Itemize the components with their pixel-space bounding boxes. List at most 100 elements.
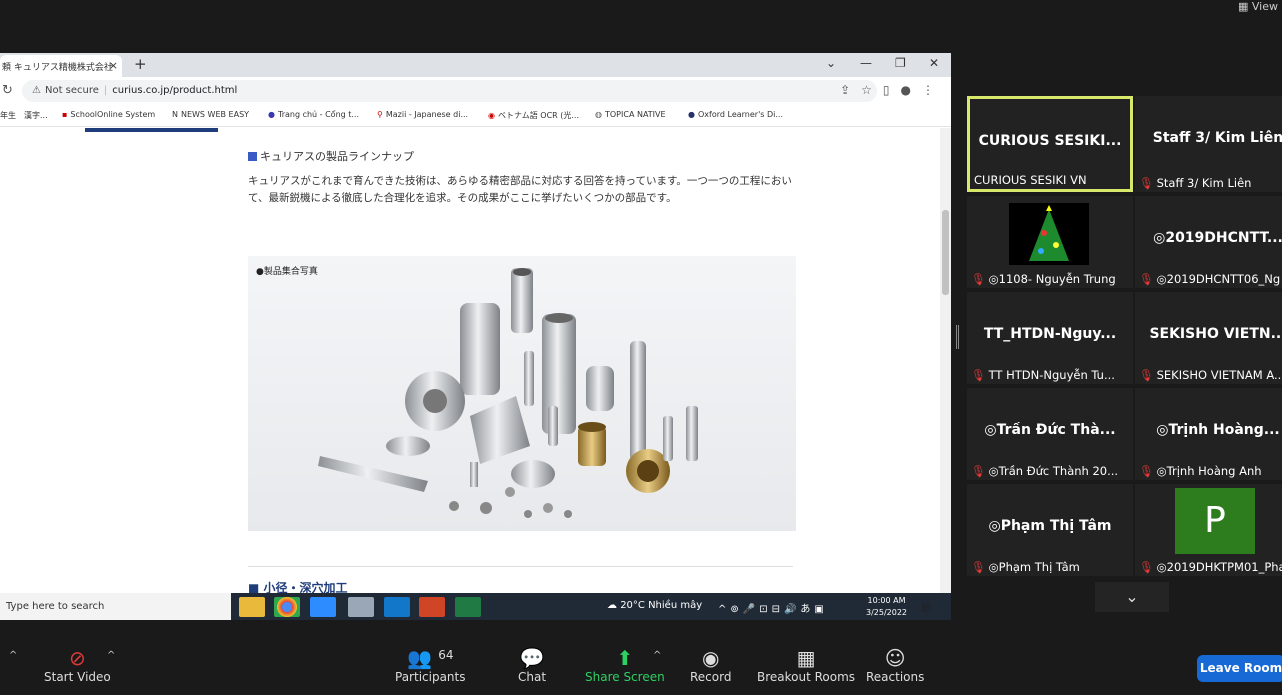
warning-icon: ⚠: [32, 85, 41, 96]
bookmark-item[interactable]: ● Trang chủ - Cổng t...: [268, 110, 359, 119]
leave-room-button[interactable]: Leave Room: [1197, 655, 1282, 682]
meeting-controls-bar: ^ ⊘ Start Video ^ 👥 64 Participants 💬 Ch…: [0, 635, 1282, 695]
address-bar: ↻ ⚠ Not secure | curius.co.jp/product.html …: [0, 77, 951, 105]
chevron-down-icon: ⌄: [1125, 587, 1139, 606]
participant-tile[interactable]: CURIOUS SESIKI... CURIOUS SESIKI VN: [967, 96, 1133, 192]
reactions-button[interactable]: ☺ Reactions: [866, 646, 924, 684]
bookmark-item[interactable]: ⚲ Mazii - Japanese di...: [377, 110, 468, 119]
bookmarks-bar: 年生 漢字... ▪ SchoolOnline System N NEWS WEB …: [0, 105, 951, 127]
participant-tile[interactable]: ◎Trần Đức Thà... 🎙 ◎Trần Đức Thành 20...: [967, 388, 1133, 480]
gallery-next-page-button[interactable]: ⌄: [1095, 582, 1169, 612]
bookmark-item[interactable]: 漢字...: [24, 110, 48, 121]
muted-mic-icon: 🎙: [971, 272, 986, 286]
scroll-thumb[interactable]: [942, 210, 949, 295]
app-icon[interactable]: [348, 597, 374, 617]
excel-icon[interactable]: [455, 597, 481, 617]
breakout-rooms-icon: ▦: [796, 646, 816, 670]
panel-splitter[interactable]: [956, 325, 959, 349]
bookmark-icon: ●: [688, 110, 695, 119]
bookmark-item[interactable]: ◉ ベトナム語 OCR (光...: [488, 110, 579, 121]
grid-icon: ▦: [1238, 0, 1252, 13]
participant-tile[interactable]: SEKISHO VIETN... 🎙 SEKISHO VIETNAM A...: [1135, 292, 1282, 384]
bookmark-item[interactable]: 年生: [0, 110, 16, 121]
taskbar-search-input[interactable]: Type here to search: [0, 593, 231, 620]
windows-taskbar: Type here to search ☁ 20°C Nhiều mây ^⊚🎤…: [0, 593, 951, 620]
participant-tile[interactable]: ◎Trịnh Hoàng... 🎙 ◎Trịnh Hoàng Anh: [1135, 388, 1282, 480]
bookmark-item[interactable]: ● Oxford Learner's Di...: [688, 110, 783, 119]
web-page: キュリアスの製品ラインナップ キュリアスがこれまで育んできた技術は、あらゆる精密…: [0, 128, 940, 595]
close-window-button[interactable]: ✕: [929, 56, 939, 70]
intro-paragraph: キュリアスがこれまで育んできた技術は、あらゆる精密部品に対応する回答を持っていま…: [248, 175, 792, 204]
bookmark-icon: ◉: [488, 111, 495, 120]
participant-tile[interactable]: P 🎙 ◎2019DHKTPM01_Phan: [1135, 484, 1282, 576]
record-button[interactable]: ◉ Record: [690, 646, 731, 684]
globe-icon: ◍: [595, 110, 602, 119]
participant-tile[interactable]: TT_HTDN-Nguy... 🎙 TT HTDN-Nguyễn Tu...: [967, 292, 1133, 384]
participant-tile[interactable]: ◎2019DHCNTT... 🎙 ◎2019DHCNTT06_Ng: [1135, 196, 1282, 288]
machined-parts-image: [318, 268, 698, 518]
participant-tile[interactable]: Staff 3/ Kim Liên 🎙 Staff 3/ Kim Liên: [1135, 96, 1282, 192]
participants-count: 64: [438, 648, 454, 662]
address-bar-icons[interactable]: ⇪☆▯●⋮: [840, 83, 945, 97]
browser-tab[interactable]: 頼 キュリアス精機株式会社 ×: [0, 55, 122, 77]
muted-mic-icon: 🎙: [1139, 464, 1154, 478]
nav-underline: [85, 128, 218, 132]
muted-mic-icon: 🎙: [1139, 272, 1154, 286]
file-explorer-icon[interactable]: [239, 597, 265, 617]
bookmark-item[interactable]: ◍ TOPICA NATIVE: [595, 110, 666, 119]
start-video-button[interactable]: ⊘ Start Video: [44, 646, 111, 684]
bookmark-icon: ●: [268, 110, 275, 119]
bookmark-item[interactable]: ▪ SchoolOnline System: [62, 110, 155, 119]
powerpoint-icon[interactable]: [419, 597, 445, 617]
participant-tile[interactable]: ◎Phạm Thị Tâm 🎙 ◎Phạm Thị Tâm: [967, 484, 1133, 576]
muted-mic-icon: 🎙: [1139, 368, 1154, 382]
participants-button[interactable]: 👥 64 Participants: [395, 646, 466, 684]
muted-mic-icon: 🎙: [971, 464, 986, 478]
muted-mic-icon: 🎙: [1139, 560, 1154, 574]
share-options-caret[interactable]: ^: [653, 650, 661, 661]
tab-search-icon[interactable]: ⌄: [826, 56, 836, 70]
christmas-tree-image: [1029, 205, 1069, 261]
products-photo: ●製品集合写真: [248, 256, 796, 531]
participants-icon: 👥 64: [406, 646, 454, 670]
zoom-icon[interactable]: [310, 597, 336, 617]
muted-mic-icon: 🎙: [971, 368, 986, 382]
chat-button[interactable]: 💬 Chat: [518, 646, 546, 684]
divider: [248, 566, 793, 567]
url-field[interactable]: ⚠ Not secure | curius.co.jp/product.html: [22, 80, 877, 102]
breakout-rooms-button[interactable]: ▦ Breakout Rooms: [757, 646, 855, 684]
video-options-caret[interactable]: ^: [107, 650, 115, 661]
search-icon: ⚲: [377, 110, 383, 119]
notification-icon[interactable]: ▤: [921, 600, 931, 613]
minimize-button[interactable]: —: [860, 56, 872, 70]
cloud-icon: ☁: [607, 600, 621, 611]
page-scrollbar[interactable]: [940, 128, 951, 593]
record-icon: ◉: [702, 646, 720, 670]
avatar: P: [1175, 488, 1255, 554]
weather-widget[interactable]: ☁ 20°C Nhiều mây: [607, 600, 702, 611]
square-icon: [248, 152, 257, 161]
browser-titlebar: 頼 キュリアス精機株式会社 × + ⌄ — ❐ ✕: [0, 53, 951, 77]
close-tab-icon[interactable]: ×: [109, 59, 118, 72]
bookmark-item[interactable]: N NEWS WEB EASY: [172, 110, 249, 119]
chat-icon: 💬: [519, 646, 545, 670]
view-button[interactable]: ▦ View: [1234, 0, 1282, 13]
video-off-icon: ⊘: [68, 646, 86, 670]
muted-mic-icon: 🎙: [971, 560, 986, 574]
chrome-icon[interactable]: [274, 597, 300, 617]
reactions-icon: ☺: [884, 646, 906, 670]
participant-tile[interactable]: 🎙 ◎1108- Nguyễn Trung: [967, 196, 1133, 288]
new-tab-button[interactable]: +: [134, 55, 147, 73]
section-title: キュリアスの製品ラインナップ: [248, 148, 414, 164]
system-tray-icons[interactable]: ^⊚🎤⊡⊟🔊あ▣: [718, 600, 828, 615]
bookmark-icon: N: [172, 110, 178, 119]
muted-mic-icon: 🎙: [1139, 176, 1154, 190]
outlook-icon[interactable]: [384, 597, 410, 617]
participant-video: [1009, 203, 1089, 265]
bookmark-icon: ▪: [62, 110, 68, 119]
taskbar-clock[interactable]: 10:00 AM 3/25/2022: [866, 595, 907, 619]
shared-screen: 頼 キュリアス精機株式会社 × + ⌄ — ❐ ✕ ↻ ⚠ Not secure |…: [0, 53, 951, 620]
restore-button[interactable]: ❐: [895, 56, 906, 70]
audio-options-caret[interactable]: ^: [9, 650, 17, 661]
reload-icon[interactable]: ↻: [2, 83, 13, 98]
